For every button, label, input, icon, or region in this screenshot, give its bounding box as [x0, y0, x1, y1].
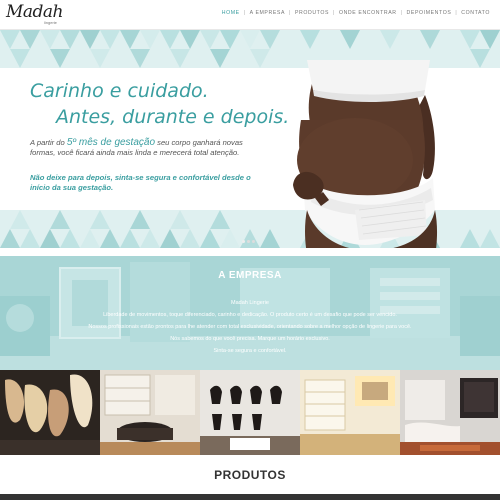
company-text-line: Sinta-se segura e confortável.: [213, 348, 287, 354]
hero-paragraph-2: Não deixe para depois, sinta-se segura e…: [30, 173, 251, 192]
slider-dots: [242, 240, 255, 243]
gallery-photo-lingerie-wall[interactable]: [200, 370, 300, 455]
hero-title-line2: Antes, durante e depois.: [56, 106, 290, 128]
company-section: A EMPRESA Madah Lingerie Liberdade de mo…: [0, 256, 500, 370]
company-text-line: Nossos profissionais estão prontos para …: [88, 324, 412, 330]
site-header: Madah lingerie HOME | A EMPRESA | PRODUTOS…: [0, 0, 500, 30]
hero-p1-highlight: 5º mês de gestação: [66, 137, 156, 148]
slider-dot[interactable]: [242, 240, 245, 243]
gallery-photo-lingerie-display[interactable]: [0, 370, 100, 455]
gallery-photo-store-light[interactable]: [300, 370, 400, 455]
hero-paragraph-1: A partir do 5º mês de gestação seu corpo…: [30, 138, 270, 158]
nav-item-empresa[interactable]: A EMPRESA: [246, 10, 289, 16]
gallery-photo-store-lounge[interactable]: [400, 370, 500, 455]
slider-dot[interactable]: [252, 240, 255, 243]
store-photo-gallery: [0, 370, 500, 455]
hero-title-line1: Carinho e cuidado.: [30, 80, 209, 102]
nav-item-home[interactable]: HOME: [218, 10, 244, 16]
products-section-title: PRODUTOS: [214, 468, 286, 482]
products-preview-strip: [0, 494, 500, 500]
company-text-line: Liberdade de movimentos, toque diferenci…: [103, 312, 397, 318]
nav-item-onde-encontrar[interactable]: ONDE ENCONTRAR: [335, 10, 401, 16]
logo[interactable]: Madah lingerie: [6, 2, 64, 25]
nav-item-depoimentos[interactable]: DEPOIMENTOS: [403, 10, 456, 16]
hero-banner: Carinho e cuidado. Antes, durante e depo…: [0, 30, 500, 248]
company-text-line: Nós sabemos do que você precisa. Marque …: [170, 336, 330, 342]
company-text-line: Madah Lingerie: [231, 300, 269, 306]
logo-text: Madah: [6, 2, 64, 22]
hero-p1-before: A partir do: [30, 138, 67, 147]
gallery-photo-store-shelves[interactable]: [100, 370, 200, 455]
nav-item-produtos[interactable]: PRODUTOS: [291, 10, 333, 16]
company-section-title: A EMPRESA: [218, 270, 282, 281]
hero-model-image: [293, 60, 438, 248]
main-nav: HOME | A EMPRESA | PRODUTOS | ONDE ENCONTRA…: [218, 10, 494, 16]
logo-subtitle: lingerie: [44, 20, 57, 25]
slider-dot[interactable]: [247, 240, 250, 243]
nav-item-contato[interactable]: CONTATO: [457, 10, 494, 16]
